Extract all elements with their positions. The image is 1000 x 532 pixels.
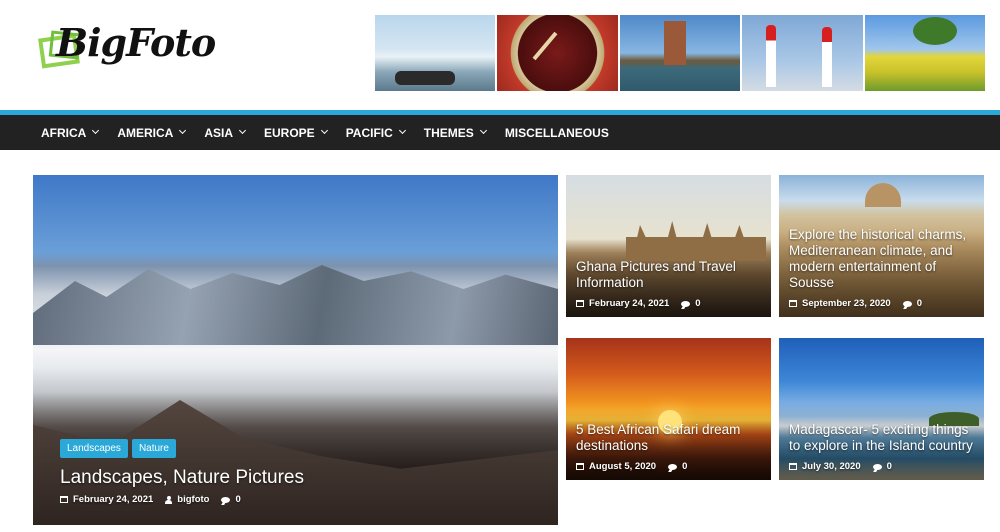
featured-post-madagascar[interactable]: Madagascar- 5 exciting things to explore…	[779, 338, 984, 480]
post-date-text: February 24, 2021	[589, 298, 670, 309]
post-date-text: July 30, 2020	[802, 461, 861, 472]
nav-item-label: MISCELLANEOUS	[504, 125, 609, 140]
post-comments[interactable]: 0	[668, 461, 687, 472]
chevron-down-icon	[479, 126, 487, 135]
post-date[interactable]: August 5, 2020	[576, 461, 656, 472]
site-header: BigFoto	[0, 0, 1000, 110]
safari-image	[566, 338, 771, 480]
nav-item-africa[interactable]: AFRICA	[41, 115, 100, 150]
post-meta: February 24, 2021 bigfoto 0	[60, 494, 253, 505]
post-meta: September 23, 2020 0	[789, 298, 934, 309]
post-author[interactable]: bigfoto	[165, 494, 209, 505]
chevron-down-icon	[179, 126, 187, 135]
banner-clock-photo	[497, 15, 618, 91]
post-date-text: August 5, 2020	[589, 461, 657, 472]
banner-airrace-photo	[742, 15, 863, 91]
post-comments[interactable]: 0	[681, 298, 701, 309]
logo-text: BigFoto	[56, 20, 216, 65]
nav-item-asia[interactable]: ASIA	[204, 115, 247, 150]
comment-icon	[902, 300, 912, 307]
post-meta: February 24, 2021 0	[576, 298, 713, 309]
banner-iceberg-photo	[375, 15, 496, 91]
post-comments[interactable]: 0	[221, 494, 241, 505]
post-comments-count: 0	[695, 298, 701, 309]
post-tags: Landscapes Nature	[60, 439, 176, 458]
comment-icon	[668, 463, 678, 470]
tag-nature[interactable]: Nature	[131, 439, 176, 458]
comment-icon	[221, 496, 231, 503]
post-comments-count: 0	[235, 494, 241, 505]
featured-post-ghana[interactable]: Ghana Pictures and Travel Information Fe…	[566, 175, 771, 317]
nav-item-label: ASIA	[204, 125, 233, 140]
nav-item-label: AFRICA	[41, 125, 87, 140]
nav-item-label: THEMES	[423, 125, 474, 140]
comment-icon	[681, 300, 691, 307]
featured-post-sousse[interactable]: Explore the historical charms, Mediterra…	[779, 175, 984, 317]
nav-item-europe[interactable]: EUROPE	[264, 115, 328, 150]
post-title[interactable]: Explore the historical charms, Mediterra…	[789, 227, 976, 291]
site-logo[interactable]: BigFoto	[38, 18, 216, 78]
calendar-icon	[576, 463, 584, 470]
nav-item-miscellaneous[interactable]: MISCELLANEOUS	[505, 115, 609, 150]
calendar-icon	[576, 300, 584, 307]
banner-field-photo	[864, 15, 986, 91]
post-title[interactable]: Ghana Pictures and Travel Information	[576, 259, 763, 291]
post-comments-count: 0	[682, 461, 688, 472]
chevron-down-icon	[92, 126, 100, 135]
post-date[interactable]: July 30, 2020	[789, 461, 861, 472]
nav-item-america[interactable]: AMERICA	[117, 115, 187, 150]
post-comments[interactable]: 0	[902, 298, 923, 309]
post-date-text: September 23, 2020	[802, 298, 891, 309]
main-navigation: AFRICA AMERICA ASIA EUROPE PACIFIC THEME…	[0, 115, 1000, 150]
featured-post-safari[interactable]: 5 Best African Safari dream destinations…	[566, 338, 771, 480]
post-date-text: February 24, 2021	[73, 494, 154, 505]
post-comments-count: 0	[916, 298, 923, 309]
nav-item-label: EUROPE	[264, 125, 315, 140]
calendar-icon	[789, 463, 797, 470]
post-date[interactable]: September 23, 2020	[789, 298, 891, 309]
post-comments-count: 0	[886, 461, 892, 472]
post-meta: August 5, 2020 0	[576, 461, 699, 472]
madagascar-image	[779, 338, 984, 480]
calendar-icon	[60, 496, 68, 503]
post-author-text: bigfoto	[177, 494, 210, 505]
comment-icon	[872, 463, 882, 470]
nav-item-pacific[interactable]: PACIFIC	[345, 115, 406, 150]
ghana-image	[566, 175, 771, 317]
post-title[interactable]: 5 Best African Safari dream destinations	[576, 422, 763, 454]
post-title[interactable]: Madagascar- 5 exciting things to explore…	[789, 422, 976, 454]
chevron-down-icon	[320, 126, 328, 135]
post-date[interactable]: February 24, 2021	[60, 494, 153, 505]
chevron-down-icon	[238, 126, 247, 135]
user-icon	[165, 495, 173, 504]
header-banner[interactable]	[375, 15, 986, 91]
post-title[interactable]: Landscapes, Nature Pictures	[60, 467, 304, 489]
nav-item-themes[interactable]: THEMES	[423, 115, 487, 150]
nav-item-label: PACIFIC	[345, 125, 393, 140]
nav-item-label: AMERICA	[117, 125, 174, 140]
chevron-down-icon	[398, 126, 406, 135]
post-date[interactable]: February 24, 2021	[576, 298, 669, 309]
featured-main-post[interactable]: Landscapes Nature Landscapes, Nature Pic…	[33, 175, 558, 525]
calendar-icon	[789, 300, 797, 307]
post-comments[interactable]: 0	[872, 461, 892, 472]
tag-landscapes[interactable]: Landscapes	[60, 439, 128, 458]
banner-bridge-photo	[619, 15, 741, 91]
post-meta: July 30, 2020 0	[789, 461, 904, 472]
